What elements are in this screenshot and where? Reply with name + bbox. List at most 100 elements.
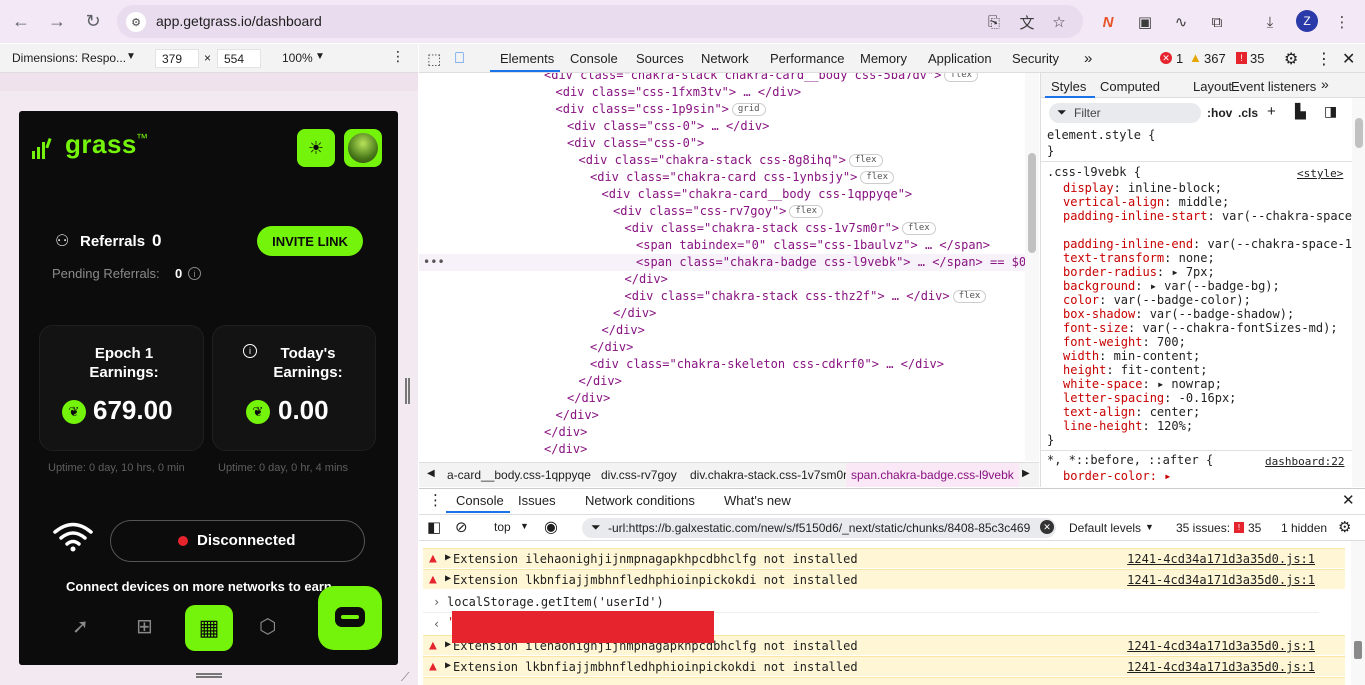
console-warning[interactable]: [423, 677, 1345, 685]
extension-icon-3[interactable]: ∿: [1170, 11, 1192, 33]
resize-handle-bottom[interactable]: [196, 673, 222, 678]
extension-icon-2[interactable]: ▣: [1134, 11, 1156, 33]
cls-toggle[interactable]: .cls: [1238, 106, 1258, 120]
css-declaration[interactable]: border-color: ▸: [1063, 469, 1171, 483]
styles-tab-2[interactable]: Layout: [1193, 79, 1232, 94]
hov-toggle[interactable]: :hov: [1207, 106, 1232, 120]
dom-node[interactable]: <div class="css-1p9sin"> grid: [419, 101, 1025, 118]
extensions-puzzle-icon[interactable]: ⧉: [1206, 11, 1228, 33]
dom-node[interactable]: </div>: [419, 271, 1025, 288]
cube-icon[interactable]: ⬡: [259, 614, 276, 639]
device-more-icon[interactable]: ⋮: [391, 48, 405, 65]
css-declaration[interactable]: border-radius: ▸ 7px;: [1063, 265, 1363, 279]
css-declaration[interactable]: width: min-content;: [1063, 349, 1363, 363]
breadcrumb-item[interactable]: a-card__body.css-1qppyqe: [442, 463, 596, 487]
sidebar-toggle-icon[interactable]: ◧: [427, 518, 441, 536]
dom-node[interactable]: <div class="chakra-stack css-1v7sm0r"> fl…: [419, 220, 1025, 237]
styles-tab-1[interactable]: Computed: [1100, 79, 1160, 94]
css-declaration[interactable]: color: var(--badge-color);: [1063, 293, 1363, 307]
width-input[interactable]: 379: [155, 49, 199, 68]
breadcrumb-item[interactable]: span.chakra-badge.css-l9vebk: [846, 463, 1019, 487]
site-info-icon[interactable]: ⚙: [126, 12, 146, 32]
dom-node[interactable]: <div class="chakra-stack css-8g8ihq"> fle…: [419, 152, 1025, 169]
dom-node[interactable]: </div>: [419, 339, 1025, 356]
css-declaration[interactable]: display: inline-block;: [1063, 181, 1363, 195]
drawer-tab-2[interactable]: Network conditions: [585, 493, 695, 508]
css-declaration[interactable]: text-transform: none;: [1063, 251, 1363, 265]
tab-elements[interactable]: Elements: [500, 51, 554, 66]
profile-avatar[interactable]: Z: [1296, 10, 1318, 32]
dom-node[interactable]: <div class="chakra-card css-1ynbsjy"> fle…: [419, 169, 1025, 186]
crumb-prev-icon[interactable]: ◀: [427, 468, 435, 479]
drawer-tab-1[interactable]: Issues: [518, 493, 556, 508]
console-warning[interactable]: ▲ ▶ Extension lkbnfiajjmbhnfledhphioinpi…: [423, 656, 1345, 676]
crumb-next-icon[interactable]: ▶: [1022, 468, 1030, 479]
warning-count[interactable]: 367: [1204, 51, 1226, 66]
error-count[interactable]: 1: [1176, 51, 1183, 66]
dom-node[interactable]: </div>: [419, 407, 1025, 424]
css-declaration[interactable]: height: fit-content;: [1063, 363, 1363, 377]
css-declaration[interactable]: text-align: center;: [1063, 405, 1363, 419]
reload-button[interactable]: ↻: [79, 7, 107, 35]
drawer-menu-icon[interactable]: ⋮: [428, 491, 443, 509]
dom-node[interactable]: </div>: [419, 424, 1025, 441]
css-declaration[interactable]: box-shadow: var(--badge-shadow);: [1063, 307, 1363, 321]
zoom-select[interactable]: 100%: [282, 51, 313, 65]
resize-handle-right[interactable]: [405, 378, 410, 404]
info-icon[interactable]: i: [188, 267, 201, 280]
elements-tree[interactable]: <div class="chakra-stack chakra-card__bo…: [419, 73, 1039, 461]
chevron-down-icon[interactable]: ▼: [315, 51, 325, 62]
dimensions-select[interactable]: Dimensions: Respo...: [12, 51, 126, 65]
css-declaration[interactable]: padding-inline-start: var(--chakra-space…: [1063, 209, 1363, 223]
layout-badge[interactable]: flex: [952, 290, 987, 303]
console-issues-count[interactable]: 35: [1248, 521, 1261, 535]
new-rule-icon[interactable]: +: [1267, 103, 1276, 120]
styles-filter-input[interactable]: [1049, 103, 1201, 123]
more-tabs-icon[interactable]: »: [1084, 50, 1092, 67]
user-avatar[interactable]: [344, 129, 382, 167]
css-declaration[interactable]: padding-inline-end: var(--chakra-space-1…: [1063, 237, 1363, 251]
device-toggle-icon[interactable]: ⎕: [455, 50, 464, 67]
dom-node[interactable]: <div class="chakra-card__body css-1qppyq…: [419, 186, 1025, 203]
invite-link-button[interactable]: INVITE LINK: [257, 226, 363, 256]
rule-selector[interactable]: .css-l9vebk {: [1047, 165, 1141, 179]
layout-badge[interactable]: flex: [860, 171, 894, 184]
info-icon[interactable]: i: [243, 344, 257, 358]
dom-node[interactable]: </div>: [419, 373, 1025, 390]
css-declaration[interactable]: letter-spacing: -0.16px;: [1063, 391, 1363, 405]
tab-sources[interactable]: Sources: [636, 51, 684, 66]
paint-icon[interactable]: ▙: [1295, 103, 1306, 120]
dom-node[interactable]: <div class="chakra-stack chakra-card__bo…: [419, 73, 1025, 84]
chevron-down-icon[interactable]: ▼: [126, 51, 136, 62]
issues-count[interactable]: 35: [1250, 51, 1264, 66]
breadcrumb-item[interactable]: div.chakra-stack.css-1v7sm0r: [685, 463, 852, 487]
styles-tab-0[interactable]: Styles: [1051, 79, 1086, 94]
download-icon[interactable]: ⤓: [1259, 11, 1281, 33]
console-warning[interactable]: ▲ ▶ Extension lkbnfiajjmbhnfledhphioinpi…: [423, 569, 1345, 589]
dom-node[interactable]: <div class="chakra-skeleton css-cdkrf0">…: [419, 356, 1025, 373]
layout-badge[interactable]: flex: [848, 154, 883, 167]
height-input[interactable]: 554: [217, 49, 261, 68]
drawer-tab-3[interactable]: What's new: [724, 493, 791, 508]
install-app-icon[interactable]: ⎘: [983, 11, 1005, 33]
layout-badge[interactable]: flex: [902, 222, 936, 235]
chat-support-button[interactable]: [318, 586, 382, 650]
css-declaration[interactable]: line-height: 120%;: [1063, 419, 1363, 433]
universal-source[interactable]: dashboard:22: [1265, 455, 1344, 469]
chevron-down-icon[interactable]: ▼: [520, 521, 529, 531]
element-style-rule[interactable]: element.style {: [1047, 128, 1155, 142]
devtools-menu-icon[interactable]: ⋮: [1316, 49, 1332, 69]
close-drawer-icon[interactable]: ✕: [1342, 491, 1355, 509]
layout-badge[interactable]: grid: [731, 103, 766, 116]
tab-memory[interactable]: Memory: [860, 51, 907, 66]
layout-badge[interactable]: flex: [789, 205, 824, 218]
console-warning[interactable]: ▲ ▶ Extension ilehaonighjijnmpnagapkhpcd…: [423, 548, 1345, 568]
dom-node[interactable]: <div class="css-0"> … </div>: [419, 118, 1025, 135]
context-select[interactable]: top: [494, 520, 511, 534]
inspect-element-icon[interactable]: ⬚: [427, 50, 441, 68]
elements-scrollbar[interactable]: [1025, 73, 1039, 461]
tab-application[interactable]: Application: [928, 51, 992, 66]
settings-gear-icon[interactable]: ⚙: [1284, 49, 1298, 69]
theme-toggle-sun-icon[interactable]: ☀: [297, 129, 335, 167]
dom-node[interactable]: <div class="css-0">: [419, 135, 1025, 152]
